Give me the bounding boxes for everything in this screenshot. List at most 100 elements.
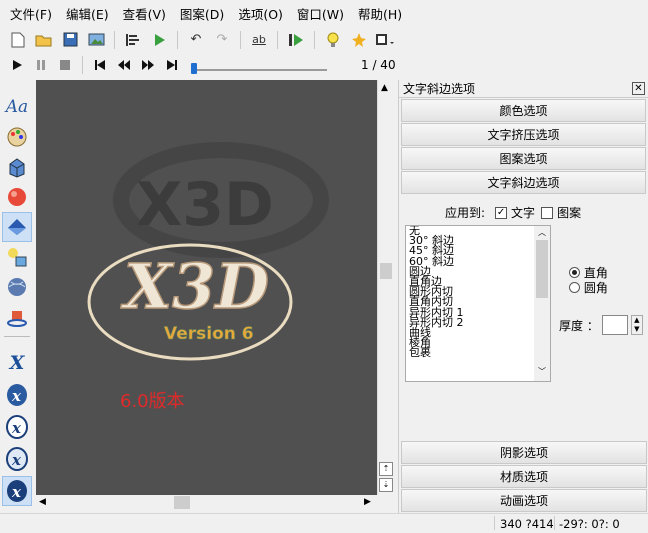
- previous-frame-icon[interactable]: [115, 56, 133, 74]
- palette-icon[interactable]: [2, 122, 32, 152]
- menu-view[interactable]: 查看(V): [123, 4, 166, 23]
- list-scrollbar[interactable]: ︿ ﹀: [534, 226, 550, 381]
- menu-pattern[interactable]: 图案(D): [180, 4, 224, 23]
- effects-icon[interactable]: [349, 30, 369, 50]
- svg-text:x: x: [11, 387, 22, 405]
- rotate-object-icon[interactable]: [2, 302, 32, 332]
- logo-text: X3D: [120, 250, 269, 323]
- save-icon[interactable]: [60, 30, 80, 50]
- scroll-right-icon[interactable]: ▶: [364, 497, 371, 507]
- horizontal-scroll-thumb[interactable]: [174, 496, 190, 509]
- play-green-icon[interactable]: [149, 30, 169, 50]
- corner-round-label: 圆角: [583, 281, 608, 295]
- pause-icon[interactable]: [32, 56, 50, 74]
- corner-square-radio[interactable]: [569, 267, 580, 278]
- apply-text-checkbox[interactable]: ✓: [495, 206, 508, 219]
- section-bevel-options[interactable]: 文字斜边选项: [401, 171, 646, 194]
- bevel-type-list[interactable]: 无 30° 斜边 45° 斜边 60° 斜边 圆边 直角边 圆形内切 直角内切 …: [405, 225, 551, 382]
- section-extrude-options[interactable]: 文字挤压选项: [401, 123, 646, 146]
- x3d-style-3-icon[interactable]: x: [2, 412, 32, 442]
- svg-text:x: x: [11, 451, 22, 469]
- redo-icon[interactable]: ↷: [212, 30, 232, 50]
- material-sphere-icon[interactable]: [2, 182, 32, 212]
- corner-round-radio[interactable]: [569, 282, 580, 293]
- toolbar-separator: [82, 56, 83, 74]
- apply-pattern-checkbox[interactable]: [541, 206, 554, 219]
- toolbar-separator: [277, 30, 278, 49]
- section-animation-options[interactable]: 动画选项: [401, 489, 647, 512]
- svg-text:x: x: [11, 483, 22, 501]
- apply-to-label: 应用到:: [445, 206, 486, 220]
- last-frame-icon[interactable]: [163, 56, 181, 74]
- play-icon[interactable]: [8, 56, 26, 74]
- list-scroll-thumb[interactable]: [536, 240, 548, 298]
- undo-icon[interactable]: ↶: [186, 30, 206, 50]
- menu-window[interactable]: 窗口(W): [297, 4, 344, 23]
- light-shapes-icon[interactable]: [2, 242, 32, 272]
- thickness-input[interactable]: [601, 315, 628, 335]
- toolbar-separator: [114, 30, 115, 49]
- section-pattern-options[interactable]: 图案选项: [401, 147, 646, 170]
- menu-bar: 文件(F) 编辑(E) 查看(V) 图案(D) 选项(O) 窗口(W) 帮助(H…: [0, 0, 648, 27]
- playback-bar: 1 / 40: [0, 53, 400, 77]
- panel-bottom-sections: 阴影选项 材质选项 动画选项: [399, 440, 648, 513]
- caption-text: 6.0版本: [120, 391, 185, 412]
- frame-slider[interactable]: [191, 56, 327, 74]
- spell-check-icon[interactable]: ab: [249, 30, 269, 50]
- main-toolbar: ↶ ↷ ab: [0, 27, 648, 52]
- viewport-vertical-scrollbar[interactable]: ▲ ⇡ ⇣: [377, 80, 393, 495]
- open-folder-icon[interactable]: [34, 30, 54, 50]
- list-scroll-up-icon[interactable]: ︿: [538, 227, 546, 238]
- status-divider: [494, 516, 495, 530]
- stop-icon[interactable]: [56, 56, 74, 74]
- light-bulb-icon[interactable]: [323, 30, 343, 50]
- tool-strip-separator: [4, 336, 30, 337]
- slider-track: [191, 69, 327, 71]
- extrude-icon[interactable]: [2, 152, 32, 182]
- scroll-left-icon[interactable]: ◀: [39, 497, 46, 507]
- panel-title: 文字斜边选项: [403, 82, 476, 96]
- save-image-icon[interactable]: [86, 30, 106, 50]
- status-divider: [554, 516, 555, 530]
- menu-help[interactable]: 帮助(H): [358, 4, 402, 23]
- animation-play-icon[interactable]: [286, 30, 306, 50]
- panel-title-bar: 文字斜边选项 ✕: [399, 80, 648, 98]
- apply-text-label: 文字: [511, 206, 536, 220]
- x3d-style-1-icon[interactable]: X: [2, 348, 32, 378]
- page-up-icon[interactable]: ⇡: [379, 462, 393, 476]
- status-coordinates: 340 ?414: [500, 517, 554, 531]
- x3d-style-4-icon[interactable]: x: [2, 444, 32, 474]
- align-left-icon[interactable]: [123, 30, 143, 50]
- status-bar: 340 ?414 -29?: 0?: 0: [0, 513, 648, 533]
- section-color-options[interactable]: 颜色选项: [401, 99, 646, 122]
- new-file-icon[interactable]: [8, 30, 28, 50]
- text-font-icon[interactable]: Aa: [2, 92, 32, 122]
- viewport-horizontal-scrollbar[interactable]: ◀ ▶: [36, 495, 377, 511]
- menu-file[interactable]: 文件(F): [10, 4, 52, 23]
- frame-dropdown-icon[interactable]: [375, 30, 395, 50]
- apply-to-row: 应用到: ✓ 文字 图案: [445, 204, 581, 221]
- thickness-stepper[interactable]: ▲ ▼: [630, 315, 643, 335]
- render-viewport[interactable]: X3D X3D Version 6 6.0版本: [36, 80, 377, 495]
- texture-sphere-icon[interactable]: [2, 272, 32, 302]
- logo-shadow-text: X3D: [136, 170, 274, 240]
- slider-thumb[interactable]: [191, 63, 197, 74]
- bevel-tool-icon[interactable]: [2, 212, 32, 242]
- menu-edit[interactable]: 编辑(E): [66, 4, 109, 23]
- close-icon[interactable]: ✕: [632, 82, 645, 95]
- next-frame-icon[interactable]: [139, 56, 157, 74]
- thickness-row: 厚度 ： ▲ ▼: [559, 315, 643, 335]
- first-frame-icon[interactable]: [91, 56, 109, 74]
- frame-counter: 1 / 40: [361, 58, 396, 72]
- vertical-scroll-thumb[interactable]: [380, 263, 392, 279]
- section-material-options[interactable]: 材质选项: [401, 465, 647, 488]
- x3d-style-5-icon[interactable]: x: [2, 476, 32, 506]
- list-scroll-down-icon[interactable]: ﹀: [538, 366, 546, 377]
- section-shadow-options[interactable]: 阴影选项: [401, 441, 647, 464]
- scroll-up-icon[interactable]: ▲: [381, 83, 388, 93]
- corner-round-option[interactable]: 圆角: [569, 279, 608, 296]
- x3d-style-2-icon[interactable]: x: [2, 380, 32, 410]
- menu-options[interactable]: 选项(O): [238, 4, 283, 23]
- list-item[interactable]: 包裹: [406, 347, 550, 358]
- page-down-icon[interactable]: ⇣: [379, 478, 393, 492]
